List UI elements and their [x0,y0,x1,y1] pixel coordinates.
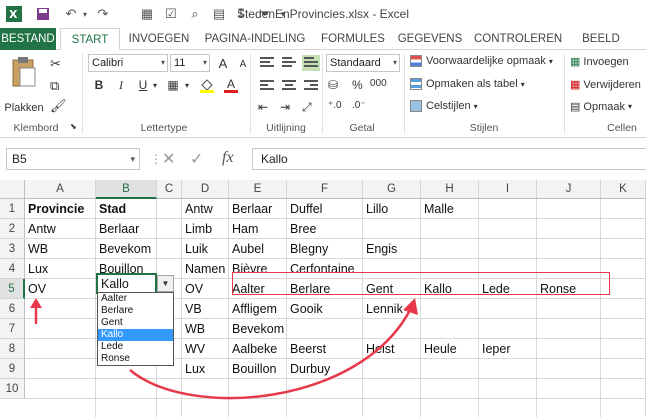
annotation-arrows [30,298,418,400]
cell-styles-icon [410,100,422,112]
delete-icon: ▦ [570,79,581,91]
cells-group-label: Cellen [607,122,637,134]
format-painter-icon[interactable]: 🖌 [50,98,67,114]
font-name-select[interactable]: Calibri ▾ [88,54,168,72]
title-bar: X ↶ ▾ ↷ ▦ ☑ ⌕ ▤ ↧ ⏷ ▾ StedenEnProvincies… [0,0,646,28]
insert-icon: ▦ [570,56,581,68]
thousands-button[interactable]: 000 [370,78,387,89]
tab-formules[interactable]: FORMULES [318,28,388,50]
percent-button[interactable]: % [352,78,363,92]
format-as-table-button[interactable]: Opmaken als tabel ▾ [410,78,525,90]
tab-bestand[interactable]: BESTAND [0,28,56,50]
currency-icon[interactable]: ⛁ [328,78,338,92]
align-center-icon[interactable] [280,78,298,94]
delete-cells-button[interactable]: ▦ Verwijderen [570,78,641,92]
dialog-launcher-icon[interactable]: ⬊ [70,122,77,131]
formula-input[interactable]: Kallo [252,148,646,170]
insert-cells-button[interactable]: ▦ Invoegen [570,55,629,69]
table-icon [410,78,422,90]
align-bottom-icon[interactable] [302,55,320,71]
cell-styles-button[interactable]: Celstijlen ▾ [410,100,478,112]
decrease-decimal-icon[interactable]: .0⁻ [352,100,366,111]
wrap-text-icon[interactable]: ⇤ [258,100,268,114]
orientation-icon[interactable]: ⤢ [302,100,312,115]
borders-icon[interactable]: ▦ [164,76,182,94]
arrow-head-icon [403,298,418,315]
paste-icon [12,57,36,87]
conditional-format-button[interactable]: Voorwaardelijke opmaak ▾ [410,55,553,67]
tab-pagina-indeling[interactable]: PAGINA-INDELING [200,28,310,50]
formula-bar: B5 ▾ ⋮ ✕ ✓ fx Kallo [0,146,646,172]
paste-button[interactable]: Plakken [4,54,44,114]
align-right-icon[interactable] [302,78,320,94]
font-group-label: Lettertype [140,122,188,134]
conditional-format-icon [410,55,422,67]
grow-font-button[interactable]: A [214,54,232,72]
align-middle-icon[interactable] [280,55,298,71]
align-left-icon[interactable] [258,78,276,94]
number-group-label: Getal [349,122,375,134]
cut-icon[interactable]: ✂ [50,56,61,72]
bold-button[interactable]: B [90,76,108,94]
font-size-select[interactable]: 11 ▾ [170,54,210,72]
indent-icon[interactable]: ⇥ [280,100,290,114]
increase-decimal-icon[interactable]: ⁺.0 [328,100,342,111]
number-format-select[interactable]: Standaard ▾ [326,54,400,72]
tab-invoegen[interactable]: INVOEGEN [124,28,194,50]
arrow-head-icon [30,298,42,308]
ribbon: Plakken ✂ ⧉ 🖌 Klembord ⬊ Calibri ▾ 11 ▾ A … [0,50,646,138]
alignment-group-label: Uitlijning [266,122,306,134]
chevron-down-icon[interactable]: ▾ [182,76,192,94]
enter-icon[interactable]: ✓ [190,149,203,169]
worksheet-grid[interactable]: A B C D E F G H I J K 1 2 3 4 5 6 7 8 9 10 Provincie Antw WB Lux… [0,180,646,417]
font-color-button[interactable]: A [222,76,240,94]
curved-arrow [129,309,412,400]
more-icon: ⋮ [150,152,162,166]
align-top-icon[interactable] [258,55,276,71]
italic-button[interactable]: I [112,76,130,94]
tab-start[interactable]: START [60,28,120,51]
paste-label: Plakken [4,102,44,114]
formula-buttons: ⋮ ✕ ✓ fx [150,148,250,170]
tab-beeld[interactable]: BEELD [576,28,626,50]
format-cells-button[interactable]: ▤ Opmaak ▾ [570,100,632,114]
tab-gegevens[interactable]: GEGEVENS [394,28,466,50]
ribbon-tabs: BESTAND START INVOEGEN PAGINA-INDELING F… [0,28,646,51]
name-box[interactable]: B5 ▾ [6,148,140,170]
insert-function-button[interactable]: fx [222,149,234,167]
chevron-down-icon[interactable]: ▾ [150,76,160,94]
window-title: StedenEnProvincies.xlsx - Excel [236,7,410,21]
fill-color-icon[interactable] [198,76,216,94]
copy-icon[interactable]: ⧉ [50,78,59,94]
cancel-icon[interactable]: ✕ [162,149,175,169]
format-cells-icon: ▤ [570,101,581,113]
tab-controleren[interactable]: CONTROLEREN [474,28,562,50]
clipboard-group-label: Klembord [13,122,59,134]
styles-group-label: Stijlen [469,122,499,134]
